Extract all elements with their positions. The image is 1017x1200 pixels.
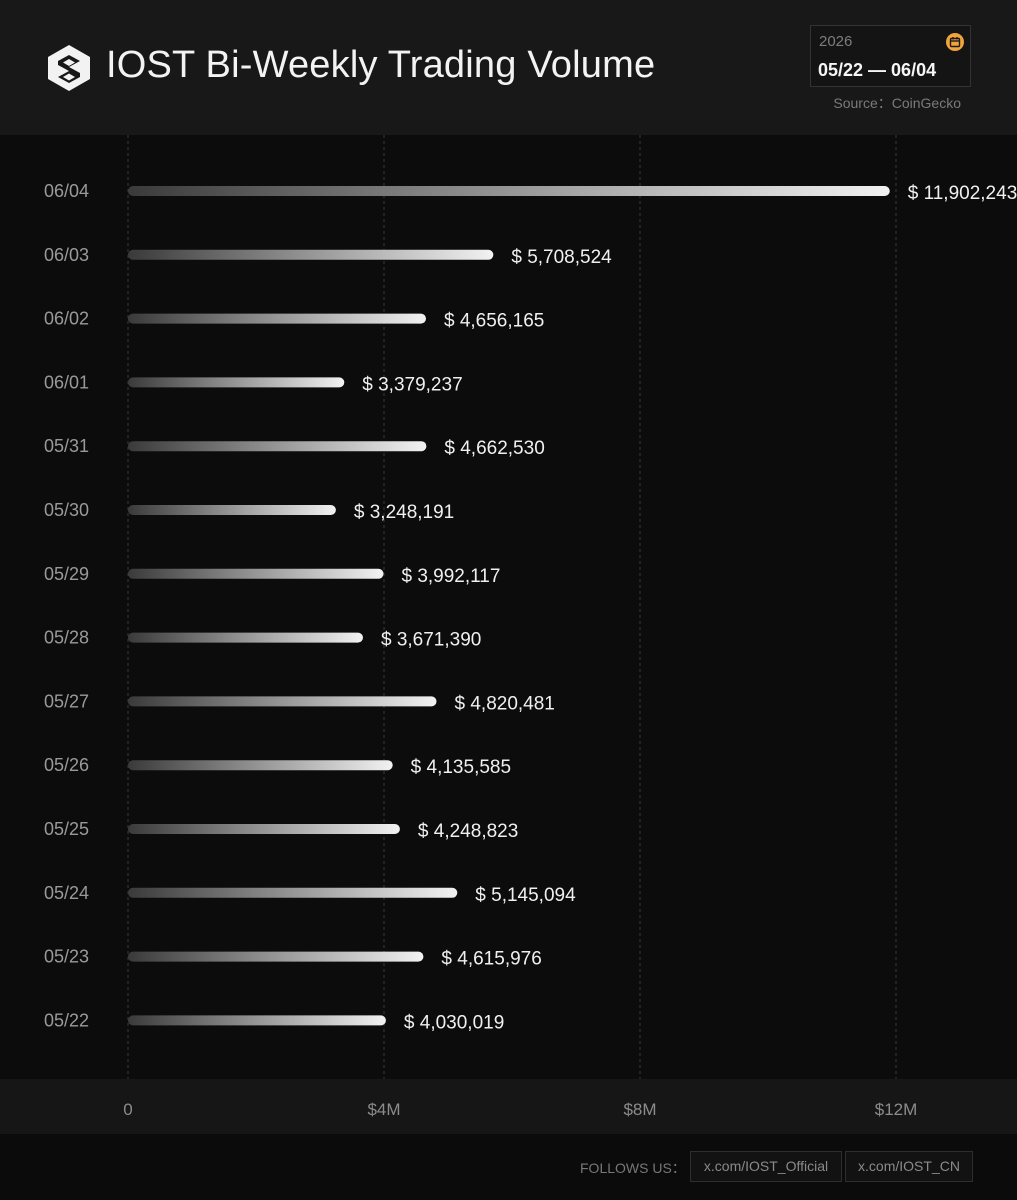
value-label: $ 3,992,117 xyxy=(401,566,500,587)
bar xyxy=(128,505,336,515)
bar xyxy=(128,760,393,771)
bar-chart: 06/04 $ 11,902,243 06/03 $ 5,708,524 06/02 $ … xyxy=(44,135,1017,1119)
bar xyxy=(128,249,494,260)
category-label: 05/22 xyxy=(44,1010,89,1030)
bar xyxy=(128,951,424,962)
value-label: $ 4,135,585 xyxy=(411,757,511,778)
value-label: $ 5,145,094 xyxy=(475,885,576,906)
bar xyxy=(128,377,345,388)
x-tick-label: $4M xyxy=(367,1100,400,1119)
bar xyxy=(128,887,458,898)
value-label: $ 4,656,165 xyxy=(444,311,544,332)
bar xyxy=(128,1015,386,1026)
link-iost-official[interactable]: x.com/IOST_Official xyxy=(690,1151,842,1182)
bar xyxy=(128,696,437,707)
value-label: $ 3,379,237 xyxy=(362,374,462,395)
bar xyxy=(128,824,400,834)
value-label: $ 4,030,019 xyxy=(404,1012,504,1033)
bar xyxy=(128,632,363,643)
value-label: $ 3,671,390 xyxy=(381,630,481,651)
follows-label: FOLLOWS US： xyxy=(580,1160,686,1176)
category-label: 05/24 xyxy=(44,883,89,903)
x-tick-label: $12M xyxy=(875,1100,918,1119)
category-label: 05/31 xyxy=(44,436,89,456)
category-label: 06/03 xyxy=(44,245,89,265)
category-label: 05/26 xyxy=(44,755,89,775)
category-label: 06/04 xyxy=(44,181,89,201)
value-label: $ 5,708,524 xyxy=(511,247,612,268)
bar xyxy=(128,441,427,452)
value-label: $ 3,248,191 xyxy=(354,502,454,523)
category-label: 05/27 xyxy=(44,691,89,711)
category-label: 05/28 xyxy=(44,628,89,648)
value-label: $ 4,248,823 xyxy=(418,821,518,842)
category-label: 05/30 xyxy=(44,500,89,520)
value-label: $ 4,615,976 xyxy=(441,949,541,970)
bar xyxy=(128,313,426,324)
category-label: 05/29 xyxy=(44,564,89,584)
link-iost-cn[interactable]: x.com/IOST_CN xyxy=(845,1151,973,1182)
category-label: 05/23 xyxy=(44,947,89,967)
x-tick-label: $8M xyxy=(623,1100,656,1119)
value-label: $ 4,820,481 xyxy=(455,693,555,714)
category-label: 06/02 xyxy=(44,309,89,329)
bar xyxy=(128,568,384,579)
category-label: 06/01 xyxy=(44,372,89,392)
x-tick-label: 0 xyxy=(123,1100,132,1119)
bar xyxy=(128,186,890,196)
value-label: $ 11,902,243 xyxy=(908,183,1017,204)
value-label: $ 4,662,530 xyxy=(444,438,544,459)
category-label: 05/25 xyxy=(44,819,89,839)
